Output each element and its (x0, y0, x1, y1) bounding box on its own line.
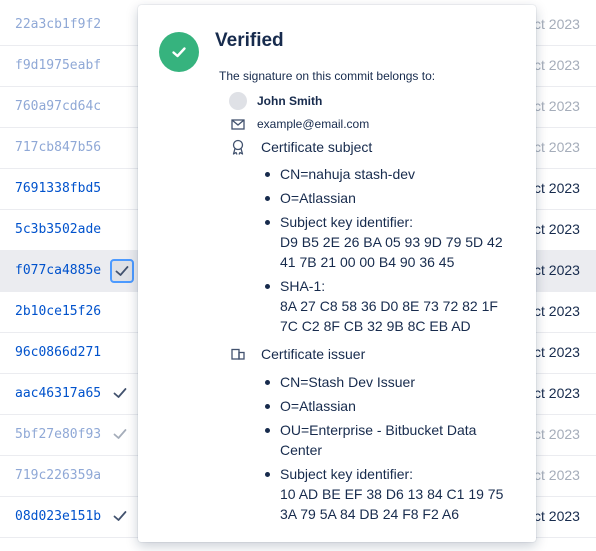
commit-hash-link[interactable]: 5bf27e80f93 (15, 427, 101, 442)
certificate-field-line: SHA-1: (280, 278, 326, 294)
commit-date: ct 2023 (534, 57, 580, 73)
signature-popover: Verified The signature on this commit be… (138, 5, 536, 542)
certificate-field-line: O=Atlassian (280, 398, 356, 414)
check-icon[interactable] (113, 509, 131, 527)
certificate-field: SHA-1: 8A 27 C8 58 36 D0 8E 73 72 82 1F 7C… (262, 276, 512, 336)
commit-date: ct 2023 (534, 98, 580, 114)
commit-hash-link[interactable]: 96c0866d271 (15, 345, 101, 360)
commit-date: ct 2023 (534, 303, 580, 319)
certificate-field-line: 8A 27 C8 58 36 D0 8E 73 72 82 1F (280, 298, 498, 314)
certificate-field-line: Center (280, 442, 323, 458)
certificate-field-line: 7C C2 8F CB 32 9B 8C EB AD (280, 318, 471, 334)
commit-hash-link[interactable]: f077ca4885e (15, 263, 101, 278)
certificate-field-line: Subject key identifier: (280, 214, 414, 230)
check-icon[interactable] (113, 386, 131, 404)
certificate-issuer-list: CN=Stash Dev Issuer O=Atlassian OU=Enterpr… (262, 372, 512, 528)
certificate-subject-header: Certificate subject (229, 137, 372, 157)
commit-date: ct 2023 (534, 180, 580, 196)
commit-date: ct 2023 (534, 221, 580, 237)
certificate-field-line: 41 7B 21 00 00 B4 90 36 45 (280, 254, 455, 270)
commit-hash-link[interactable]: 08d023e151b (15, 509, 101, 524)
commit-date: ct 2023 (534, 16, 580, 32)
certificate-field-line: Subject key identifier: (280, 466, 414, 482)
certificate-field: OU=Enterprise - Bitbucket Data Center (262, 420, 512, 460)
award-icon (229, 139, 247, 155)
certificate-field-line: D9 B5 2E 26 BA 05 93 9D 79 5D 42 (280, 234, 503, 250)
popover-subtitle: The signature on this commit belongs to: (219, 69, 436, 83)
certificate-field-line: 10 AD BE EF 38 D6 13 84 C1 19 75 (280, 486, 504, 502)
commit-hash-link[interactable]: 22a3cb1f9f2 (15, 17, 101, 32)
certificate-field-line: CN=Stash Dev Issuer (280, 374, 415, 390)
commit-hash-link[interactable]: 717cb847b56 (15, 140, 101, 155)
popover-title: Verified (215, 30, 284, 51)
commit-hash-link[interactable]: aac46317a65 (15, 386, 101, 401)
signer-name: John Smith (257, 94, 323, 108)
commit-hash-link[interactable]: 2b10ce15f26 (15, 304, 101, 319)
certificate-field: O=Atlassian (262, 188, 512, 208)
signer-email: example@email.com (257, 117, 370, 131)
commit-date: ct 2023 (534, 262, 580, 278)
commit-date: ct 2023 (534, 508, 580, 524)
certificate-issuer-label: Certificate issuer (261, 346, 366, 362)
commit-hash-link[interactable]: 760a97cd64c (15, 99, 101, 114)
signer-name-row: John Smith (229, 91, 322, 111)
certificate-field-line: O=Atlassian (280, 190, 356, 206)
check-icon[interactable] (110, 259, 134, 283)
commit-hash-link[interactable]: 719c226359a (15, 468, 101, 483)
check-icon[interactable] (113, 427, 131, 445)
commit-date: ct 2023 (534, 385, 580, 401)
certificate-field-line: 3A 79 5A 84 DB 24 F8 F2 A6 (280, 506, 460, 522)
certificate-issuer-header: Certificate issuer (229, 344, 365, 364)
avatar (229, 92, 247, 110)
commit-hash-link[interactable]: f9d1975eabf (15, 58, 101, 73)
building-icon (229, 348, 247, 360)
envelope-icon (229, 118, 247, 130)
commit-date: ct 2023 (534, 344, 580, 360)
commit-hash-link[interactable]: 7691338fbd5 (15, 181, 101, 196)
commit-hash-link[interactable]: 5c3b3502ade (15, 222, 101, 237)
certificate-field: O=Atlassian (262, 396, 512, 416)
check-circle-icon (159, 32, 199, 72)
signer-email-row: example@email.com (229, 114, 369, 134)
commit-date: ct 2023 (534, 139, 580, 155)
certificate-field-line: OU=Enterprise - Bitbucket Data (280, 422, 477, 438)
certificate-field-line: CN=nahuja stash-dev (280, 166, 416, 182)
certificate-field: CN=Stash Dev Issuer (262, 372, 512, 392)
certificate-field: CN=nahuja stash-dev (262, 164, 512, 184)
certificate-subject-label: Certificate subject (261, 139, 373, 155)
certificate-field: Subject key identifier: D9 B5 2E 26 BA 05… (262, 212, 512, 272)
certificate-subject-list: CN=nahuja stash-dev O=Atlassian Subject ke… (262, 164, 512, 340)
commit-date: ct 2023 (534, 426, 580, 442)
certificate-field: Subject key identifier: 10 AD BE EF 38 D6… (262, 464, 512, 524)
commit-date: ct 2023 (534, 467, 580, 483)
